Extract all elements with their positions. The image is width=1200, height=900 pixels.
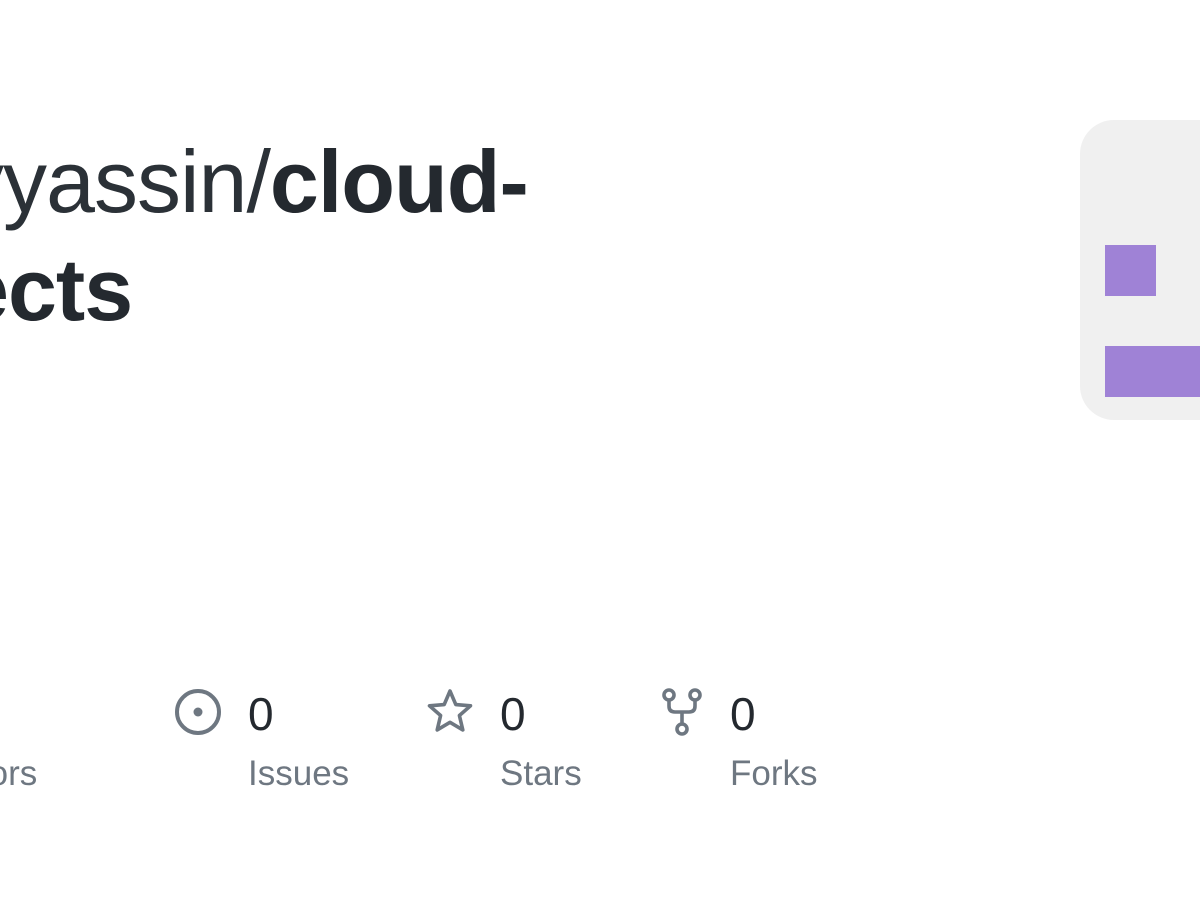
repo-owner: yyassin <box>0 132 247 231</box>
forks-label: Forks <box>730 754 818 793</box>
repo-name-line2: ects <box>0 240 133 339</box>
repo-forked-icon <box>656 686 708 738</box>
repo-name-line1: cloud- <box>269 132 529 231</box>
stat-contributors[interactable]: butors <box>0 680 140 800</box>
repo-separator: / <box>246 132 270 231</box>
language-bar-small <box>1105 245 1156 296</box>
language-bar-wide <box>1105 346 1200 397</box>
contributors-label: butors <box>0 754 38 793</box>
repo-social-card: yyassin/cloud- ects butors 0 Issues 0 St… <box>0 0 1200 900</box>
stat-issues[interactable]: 0 Issues <box>172 680 392 800</box>
star-icon <box>424 686 476 738</box>
forks-count: 0 <box>730 688 756 740</box>
repo-title[interactable]: yyassin/cloud- ects <box>0 128 680 344</box>
language-card <box>1080 120 1200 420</box>
issues-label: Issues <box>248 754 350 793</box>
stars-label: Stars <box>500 754 582 793</box>
stars-count: 0 <box>500 688 526 740</box>
stat-stars[interactable]: 0 Stars <box>424 680 624 800</box>
stat-forks[interactable]: 0 Forks <box>656 680 856 800</box>
issues-count: 0 <box>248 688 274 740</box>
issue-opened-icon <box>172 686 224 738</box>
